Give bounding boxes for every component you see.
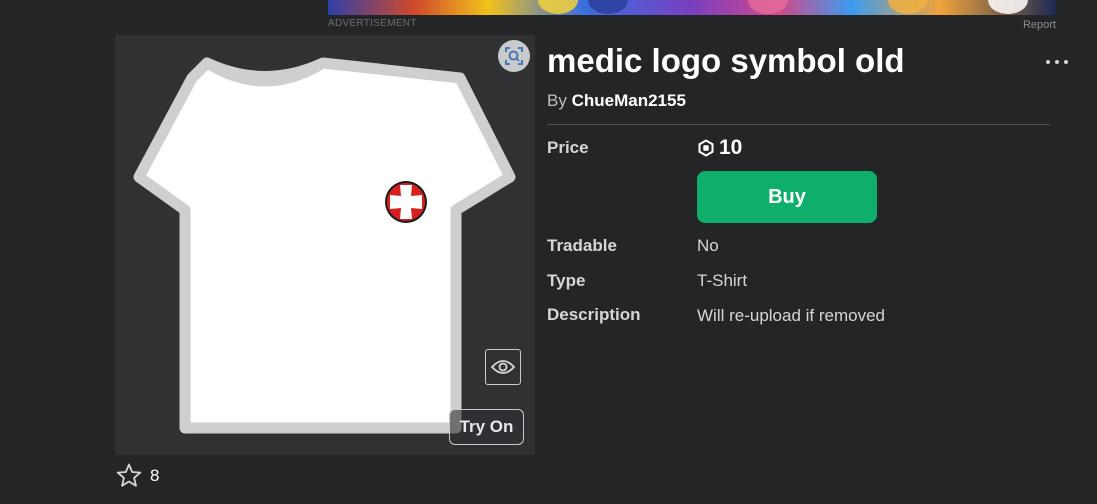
divider (547, 124, 1050, 125)
tradable-label: Tradable (547, 236, 617, 255)
favorite-count: 8 (150, 465, 160, 485)
zoom-icon[interactable] (498, 40, 530, 72)
description-label: Description (547, 305, 641, 324)
price-value: 10 (697, 136, 742, 160)
creator-link[interactable]: ChueMan2155 (572, 91, 686, 110)
preview-button[interactable] (485, 349, 521, 385)
creator-line: By ChueMan2155 (547, 91, 686, 111)
advertisement-label: ADVERTISEMENT (328, 18, 417, 29)
tradable-value: No (697, 236, 719, 255)
price-label: Price (547, 138, 589, 157)
creator-prefix: By (547, 91, 567, 110)
eye-icon (491, 360, 515, 374)
medic-logo (385, 181, 427, 223)
advertisement-banner[interactable] (328, 0, 1056, 15)
item-title: medic logo symbol old (547, 42, 905, 79)
price-amount: 10 (719, 136, 743, 159)
type-label: Type (547, 271, 586, 290)
try-on-button[interactable]: Try On (449, 409, 524, 445)
description-value: Will re-upload if removed (697, 306, 886, 325)
report-link[interactable]: Report (1023, 19, 1056, 31)
tshirt-image (133, 57, 516, 434)
robux-icon (698, 139, 714, 157)
buy-button[interactable]: Buy (697, 171, 877, 223)
favorite-button[interactable]: 8 (116, 463, 159, 488)
item-details-page: ADVERTISEMENT Report Try On 8 medic logo… (0, 0, 1097, 504)
type-value: T-Shirt (697, 271, 748, 290)
star-icon (116, 463, 142, 487)
item-thumbnail: Try On (115, 35, 535, 455)
more-options-icon[interactable] (1046, 56, 1068, 68)
